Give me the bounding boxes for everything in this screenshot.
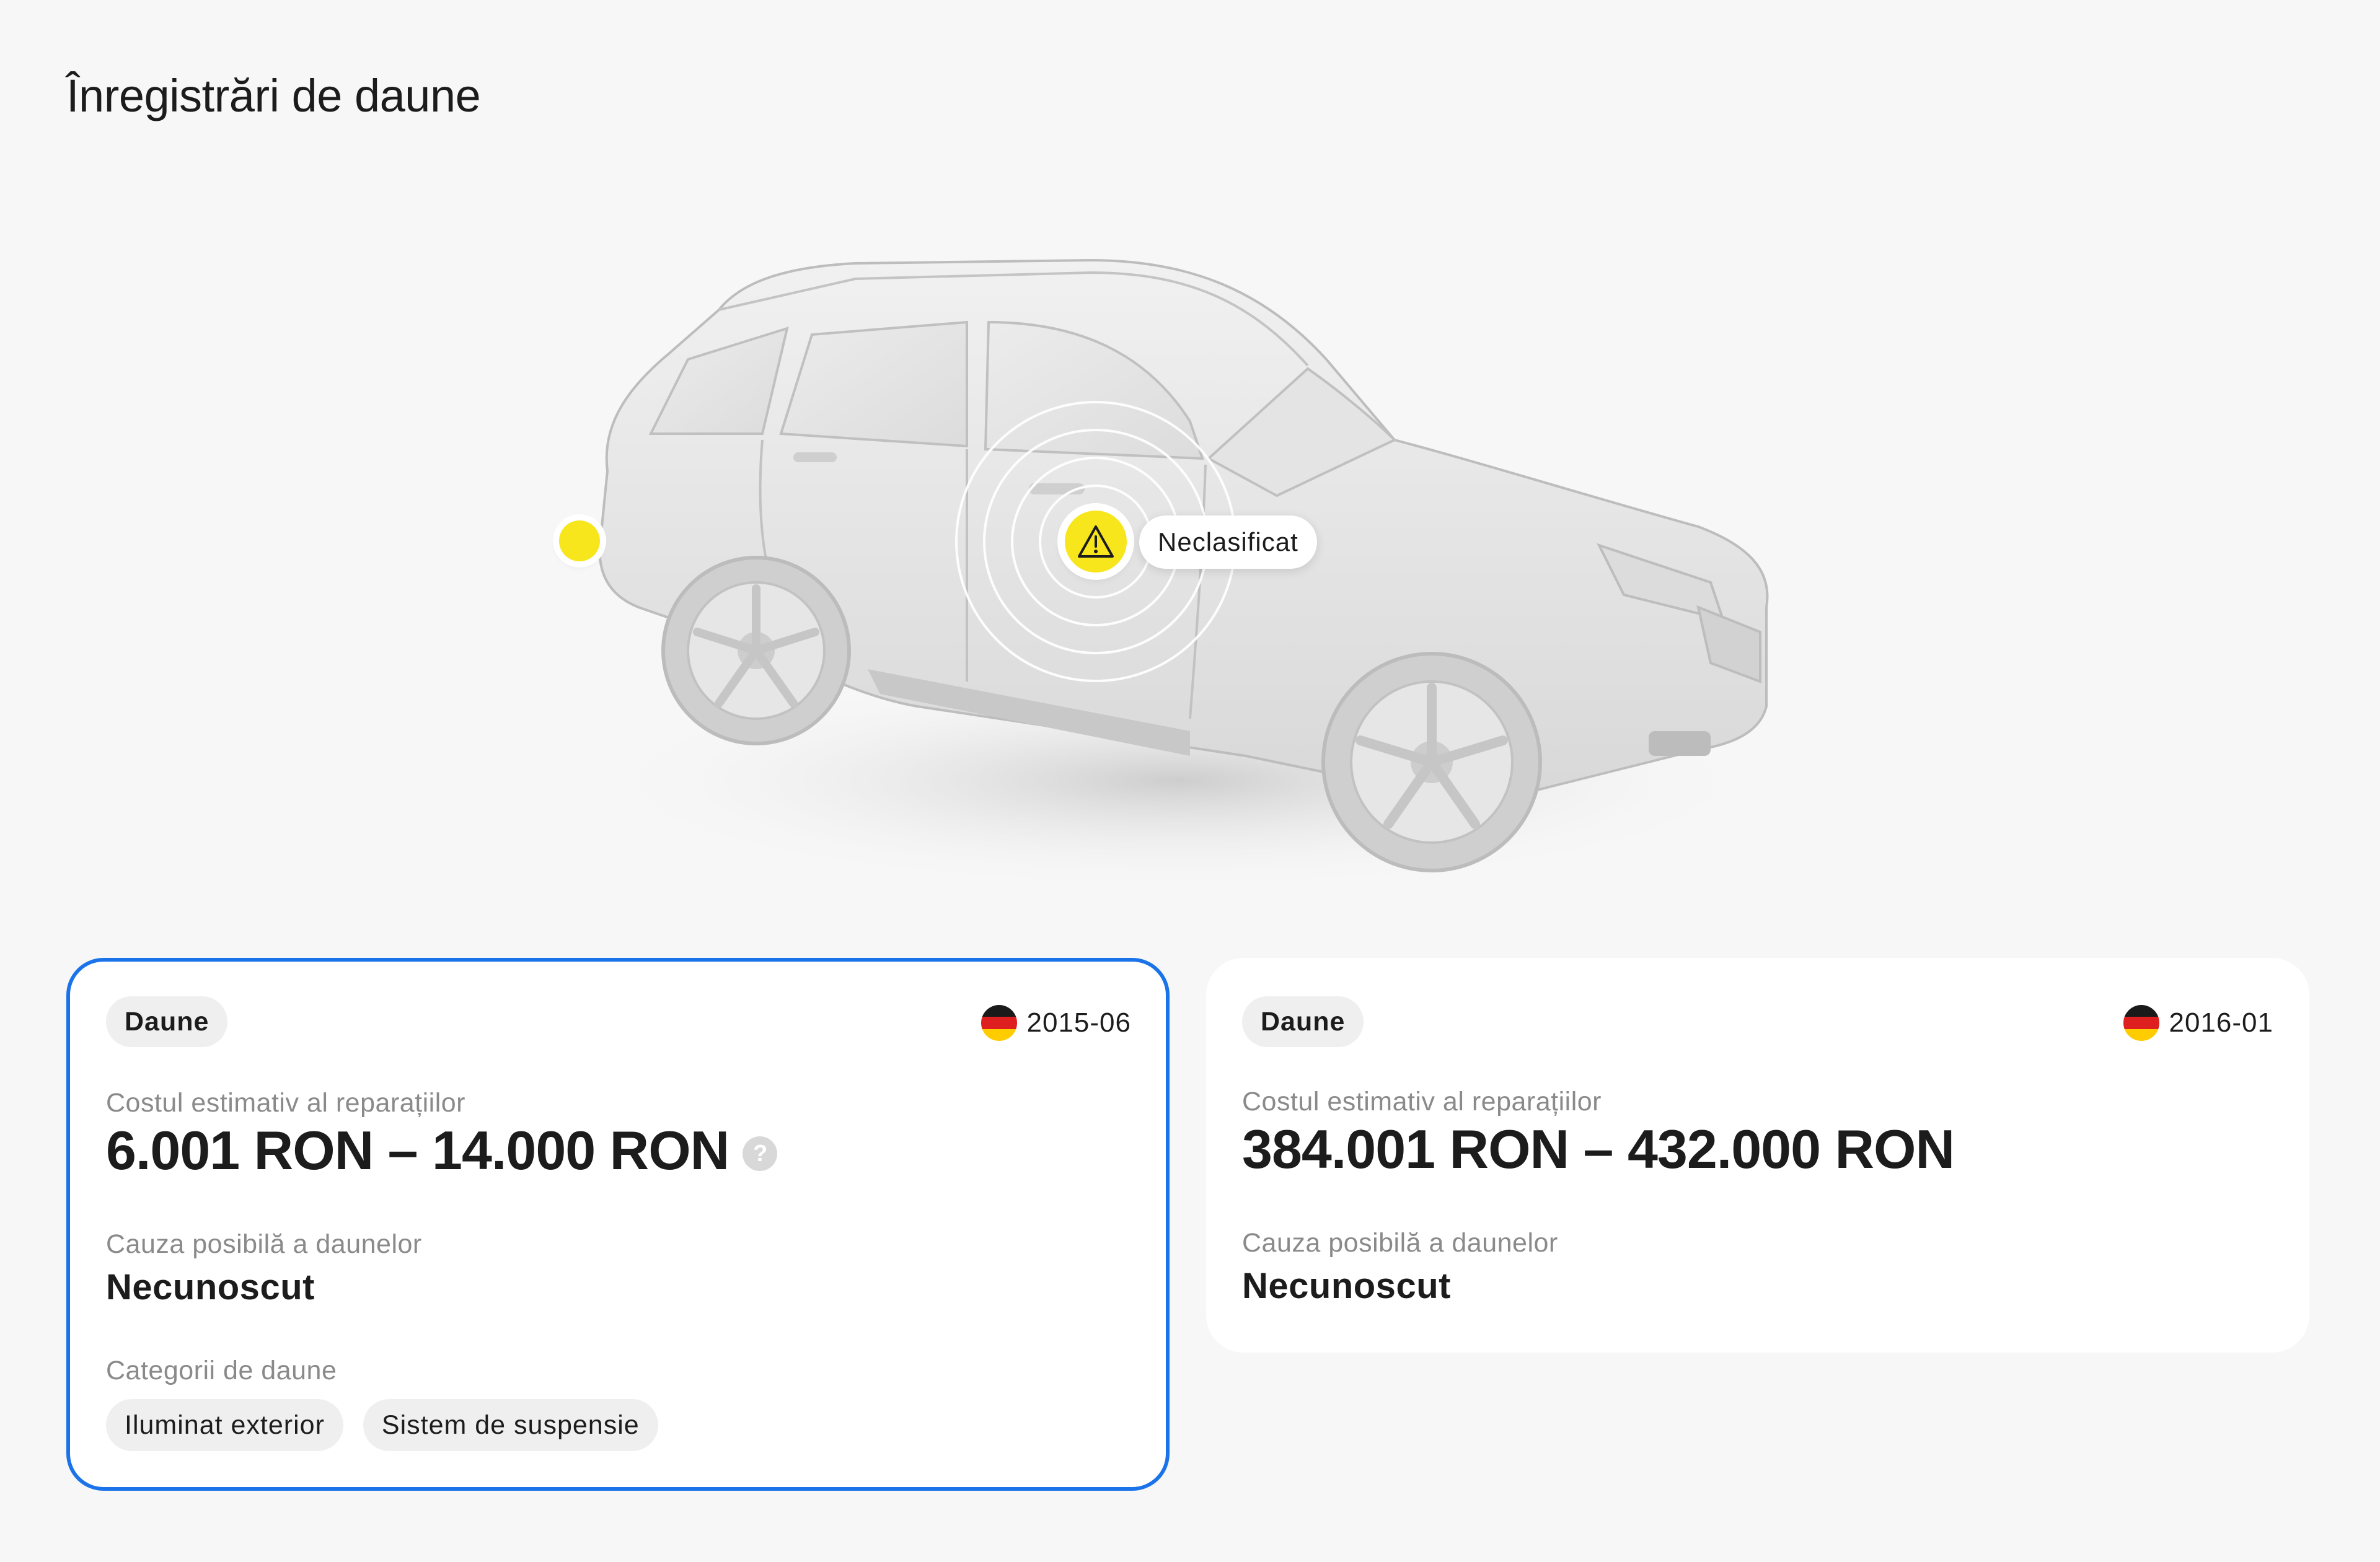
cause-value: Necunoscut [1242, 1266, 1451, 1306]
cost-value: 384.001 RON – 432.000 RON [1242, 1118, 1955, 1181]
damage-marker[interactable] [559, 520, 600, 561]
germany-flag-icon [2123, 1005, 2159, 1041]
record-type-badge: Daune [1242, 996, 1364, 1047]
cause-value: Necunoscut [106, 1267, 315, 1307]
cost-value-text: 384.001 RON – 432.000 RON [1242, 1118, 1955, 1180]
record-date: 2015-06 [981, 1005, 1131, 1041]
cost-label: Costul estimativ al reparațiilor [1242, 1087, 1602, 1117]
record-date: 2016-01 [2123, 1005, 2273, 1041]
categories-label: Categorii de daune [106, 1356, 337, 1385]
cost-label: Costul estimativ al reparațiilor [106, 1088, 465, 1118]
category-chips: Iluminat exterior Sistem de suspensie [106, 1399, 658, 1451]
damage-record-card[interactable]: Daune 2016-01 Costul estimativ al repara… [1206, 958, 2309, 1353]
cause-label: Cauza posibilă a daunelor [106, 1229, 422, 1259]
marker-label: Neclasificat [1139, 516, 1317, 569]
damage-marker-warning[interactable] [1065, 511, 1127, 573]
cost-value-text: 6.001 RON – 14.000 RON [106, 1120, 729, 1181]
record-date-value: 2015-06 [1026, 1007, 1131, 1038]
cause-label: Cauza posibilă a daunelor [1242, 1228, 1558, 1258]
car-illustration [533, 235, 1785, 905]
warning-triangle-icon [1078, 525, 1114, 558]
record-date-value: 2016-01 [2169, 1007, 2273, 1038]
damage-record-card[interactable]: Daune 2015-06 Costul estimativ al repara… [66, 958, 1170, 1491]
help-icon[interactable]: ? [743, 1136, 778, 1171]
page-title: Înregistrări de daune [66, 70, 481, 121]
record-type-badge: Daune [106, 996, 228, 1047]
car-image [583, 258, 1773, 892]
category-chip: Sistem de suspensie [363, 1399, 658, 1451]
category-chip: Iluminat exterior [106, 1399, 343, 1451]
cost-value: 6.001 RON – 14.000 RON ? [106, 1119, 778, 1182]
germany-flag-icon [981, 1005, 1017, 1041]
